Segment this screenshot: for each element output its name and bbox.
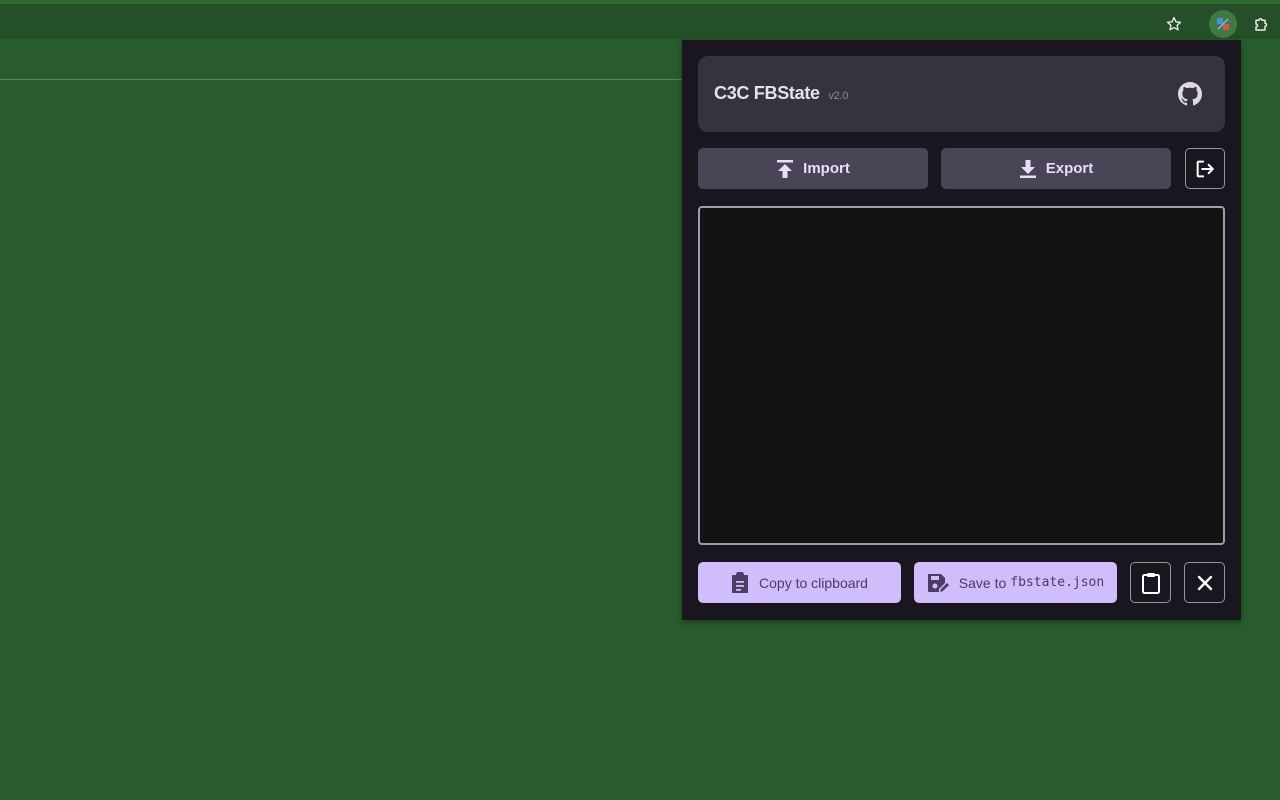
copy-to-clipboard-button[interactable]: Copy to clipboard — [698, 562, 901, 603]
import-label: Import — [803, 160, 850, 177]
popup-header: C3C FBState v2.0 — [698, 56, 1225, 132]
paste-from-clipboard-button[interactable] — [1130, 562, 1171, 603]
fbstate-textarea[interactable] — [698, 206, 1225, 545]
clipboard-filled-icon — [732, 571, 749, 593]
clear-button[interactable] — [1184, 562, 1225, 603]
extension-popup: C3C FBState v2.0 Import Export Copy to c… — [682, 40, 1241, 620]
extensions-button[interactable] — [1248, 10, 1276, 38]
close-icon — [1197, 575, 1212, 590]
star-icon — [1166, 16, 1182, 31]
copy-label: Copy to clipboard — [759, 574, 868, 591]
app-title-text: C3C FBState — [714, 83, 820, 103]
logout-button[interactable] — [1185, 148, 1225, 189]
app-version: v2.0 — [828, 90, 849, 102]
upload-icon — [777, 159, 794, 178]
save-label-prefix: Save to — [958, 574, 1007, 591]
page-divider — [0, 79, 682, 80]
fbstate-extension-button[interactable] — [1209, 10, 1237, 38]
download-icon — [1019, 159, 1036, 178]
bookmark-star-button[interactable] — [1160, 10, 1188, 38]
browser-toolbar — [0, 4, 1280, 39]
import-button[interactable]: Import — [698, 148, 928, 189]
clipboard-icon — [1141, 572, 1160, 594]
extension-active-icon — [1217, 18, 1229, 30]
export-label: Export — [1045, 160, 1094, 177]
github-icon[interactable] — [1178, 82, 1202, 106]
logout-icon — [1196, 160, 1214, 177]
app-title: C3C FBState v2.0 — [714, 83, 848, 104]
save-filename: fbstate.json — [1010, 575, 1105, 590]
export-button[interactable]: Export — [941, 148, 1171, 189]
save-edit-icon — [927, 573, 949, 592]
save-to-file-button[interactable]: Save to fbstate.json — [914, 562, 1117, 603]
puzzle-icon — [1255, 18, 1268, 31]
